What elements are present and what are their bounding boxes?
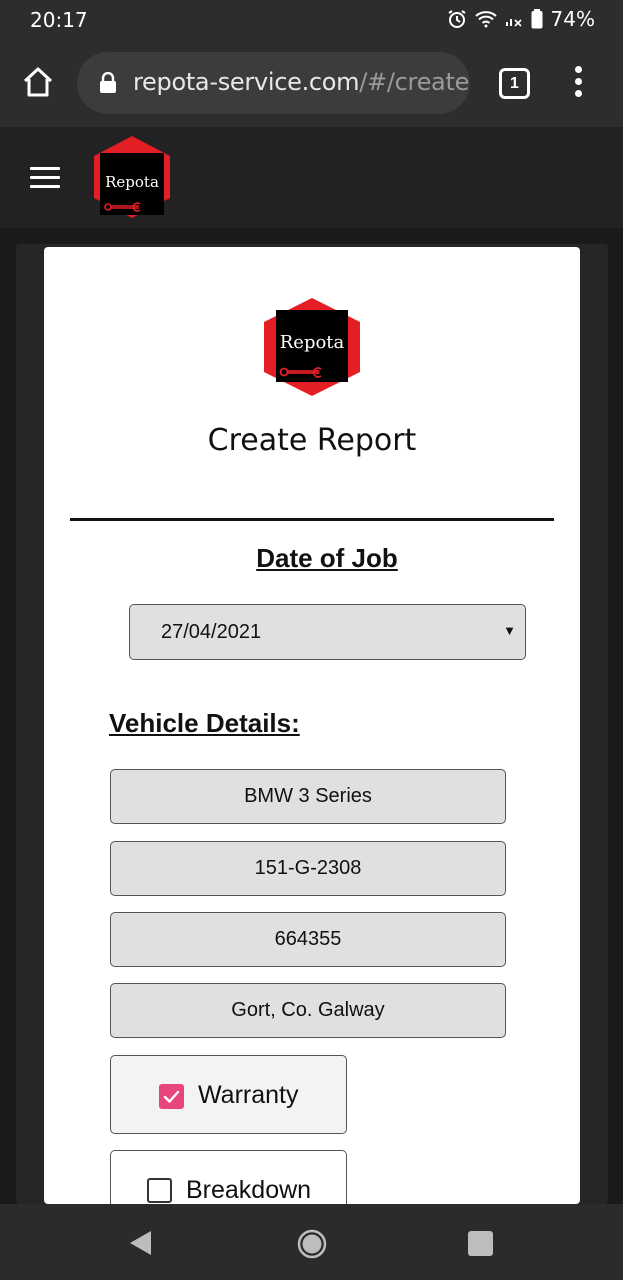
app-header: Repota	[0, 127, 623, 228]
hamburger-menu-icon[interactable]	[30, 167, 60, 189]
url-path: /#/create	[359, 68, 470, 96]
warranty-checkbox-option[interactable]: Warranty	[110, 1055, 347, 1134]
date-of-job-select[interactable]: 27/04/2021 ▼	[129, 604, 526, 660]
checkbox-checked-icon[interactable]	[159, 1084, 184, 1109]
wifi-icon	[474, 10, 497, 28]
card-logo: Repota	[262, 297, 362, 402]
url-domain: repota-service.com	[133, 68, 360, 96]
home-icon[interactable]	[20, 64, 56, 100]
warranty-label: Warranty	[198, 1081, 299, 1109]
card-logo-text: Repota	[280, 332, 345, 353]
dropdown-arrow-icon: ▼	[503, 623, 516, 638]
lock-icon	[99, 71, 117, 99]
status-bar: 20:17 74%	[0, 0, 623, 40]
checkbox-unchecked-icon[interactable]	[147, 1178, 172, 1203]
more-menu-icon[interactable]	[571, 66, 585, 100]
header-logo[interactable]: Repota	[90, 134, 174, 225]
vehicle-model-field[interactable]: BMW 3 Series	[110, 769, 506, 824]
date-of-job-heading: Date of Job	[256, 543, 398, 573]
vehicle-registration-field[interactable]: 151-G-2308	[110, 841, 506, 896]
browser-toolbar: repota-service.com/#/create 1	[0, 40, 623, 127]
signal-icon	[505, 11, 523, 27]
home-circle-icon[interactable]	[297, 1229, 327, 1264]
vehicle-details-heading: Vehicle Details:	[109, 708, 300, 738]
date-value: 27/04/2021	[161, 621, 262, 643]
system-nav-bar	[0, 1204, 623, 1280]
create-report-card: Repota Create Report Date of Job 27/04/2…	[44, 247, 580, 1204]
breakdown-label: Breakdown	[186, 1176, 312, 1204]
back-icon[interactable]	[129, 1230, 153, 1261]
status-time: 20:17	[30, 8, 88, 32]
vehicle-mileage-field[interactable]: 664355	[110, 912, 506, 967]
battery-percent: 74%	[550, 7, 595, 31]
url-bar[interactable]: repota-service.com/#/create	[77, 52, 470, 114]
breakdown-checkbox-option[interactable]: Breakdown	[110, 1150, 347, 1204]
vehicle-location-field[interactable]: Gort, Co. Galway	[110, 983, 506, 1038]
battery-icon	[531, 9, 543, 29]
tab-count-button[interactable]: 1	[499, 68, 530, 99]
alarm-icon	[447, 9, 467, 29]
recent-apps-icon[interactable]	[468, 1231, 493, 1256]
url-text: repota-service.com/#/create	[133, 68, 469, 96]
page-title: Create Report	[207, 423, 417, 458]
divider	[70, 518, 554, 521]
status-icons: 74%	[447, 7, 595, 31]
header-logo-text: Repota	[105, 173, 159, 191]
